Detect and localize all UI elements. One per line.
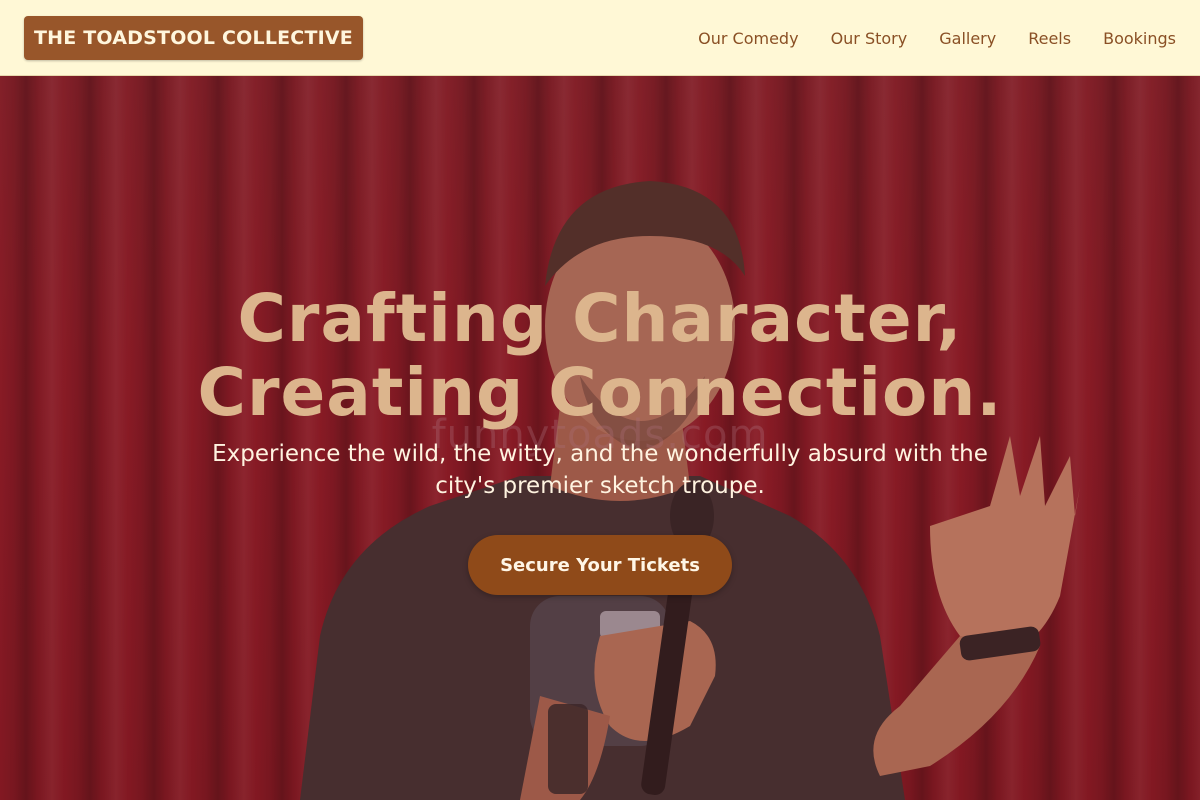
secure-tickets-button[interactable]: Secure Your Tickets — [468, 535, 732, 595]
site-header: THE TOADSTOOL COLLECTIVE Our Comedy Our … — [0, 0, 1200, 76]
subtitle-line-1: Experience the wild, the witty, and the … — [212, 441, 988, 467]
hero-section: funnytoads.com Crafting Character, Creat… — [0, 76, 1200, 800]
nav-link-reels[interactable]: Reels — [1028, 29, 1071, 48]
nav-link-gallery[interactable]: Gallery — [939, 29, 996, 48]
subtitle-line-2: city's premier sketch troupe. — [435, 473, 765, 499]
hero-headline: Crafting Character, Creating Connection. — [0, 282, 1200, 430]
brand-logo-button[interactable]: THE TOADSTOOL COLLECTIVE — [24, 16, 363, 60]
headline-line-2: Creating Connection. — [197, 354, 1003, 431]
headline-line-1: Crafting Character, — [237, 280, 963, 357]
nav-link-our-comedy[interactable]: Our Comedy — [698, 29, 798, 48]
nav-link-our-story[interactable]: Our Story — [831, 29, 908, 48]
nav-link-bookings[interactable]: Bookings — [1103, 29, 1176, 48]
main-nav: Our Comedy Our Story Gallery Reels Booki… — [698, 0, 1176, 76]
hero-subtitle: Experience the wild, the witty, and the … — [180, 438, 1020, 502]
